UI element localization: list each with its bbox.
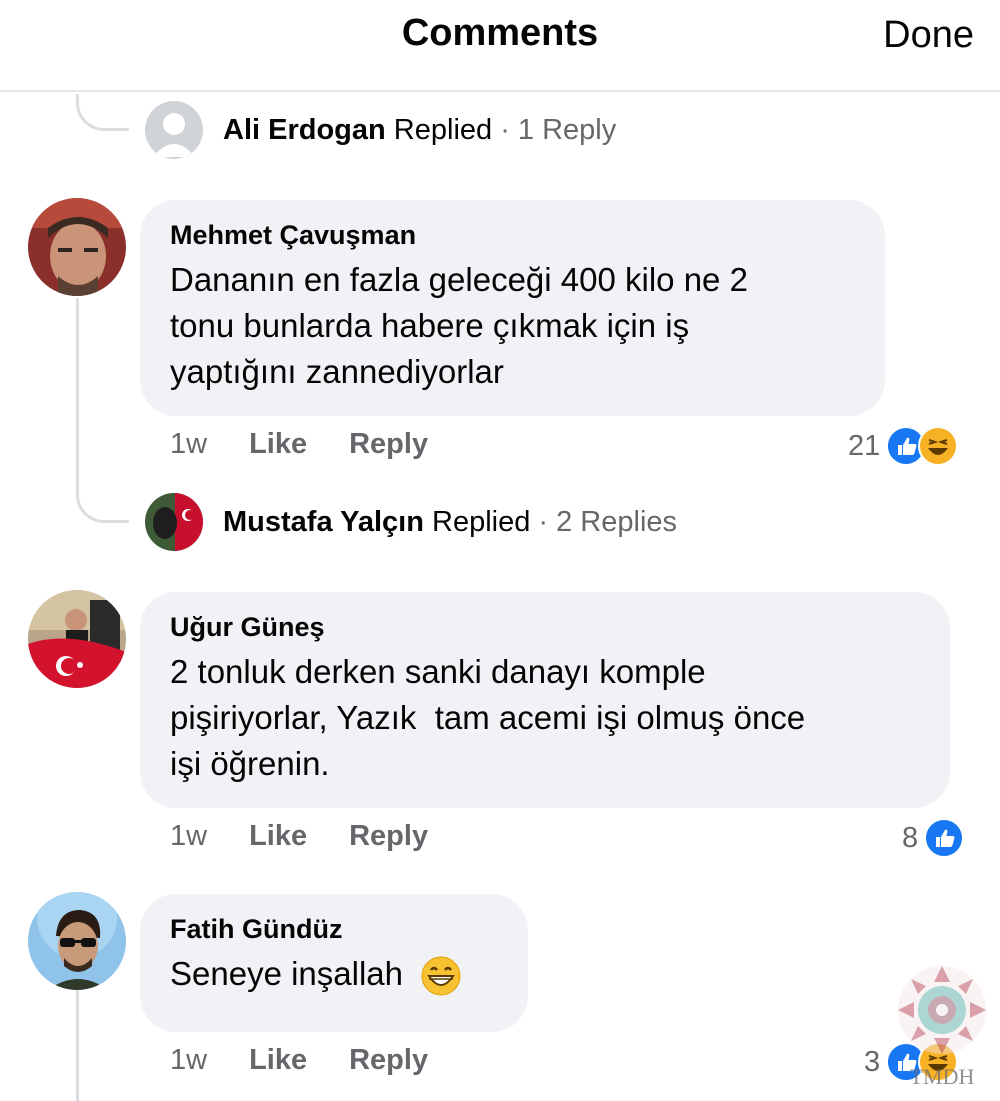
haha-reaction-icon	[918, 426, 959, 466]
ornament-icon	[898, 966, 986, 1054]
watermark-text: TMDH	[909, 1064, 975, 1089]
reply-button[interactable]: Reply	[349, 1044, 428, 1077]
thread-connector	[76, 94, 129, 131]
comment-author[interactable]: Uğur Güneş	[170, 612, 920, 643]
reaction-summary[interactable]: 8	[902, 818, 965, 858]
comment-bubble[interactable]: Mehmet Çavuşman Dananın en fazla geleceğ…	[140, 200, 885, 416]
comment-line: Dananın en fazla geleceği 400 kilo ne 2	[170, 261, 748, 298]
reaction-count: 3	[864, 1045, 881, 1078]
comment-text: Seneye inşallah	[170, 951, 498, 997]
comment-author[interactable]: Mehmet Çavuşman	[170, 220, 855, 251]
avatar[interactable]	[28, 892, 126, 990]
comment-actions: 1w Like Reply	[170, 820, 470, 853]
comment-line: Seneye inşallah	[170, 955, 403, 992]
avatar[interactable]	[28, 590, 126, 688]
reply-author: Mustafa Yalçın	[223, 505, 424, 538]
comment-line: 2 tonluk derken sanki danayı komple	[170, 653, 706, 690]
reply-button[interactable]: Reply	[349, 428, 428, 461]
reply-button[interactable]: Reply	[349, 820, 428, 853]
comment-text: Dananın en fazla geleceği 400 kilo ne 2 …	[170, 257, 855, 395]
comments-header: Comments Done	[0, 0, 1000, 92]
reply-author: Ali Erdogan	[223, 113, 386, 146]
reaction-summary[interactable]: 21	[848, 426, 959, 466]
done-button[interactable]: Done	[883, 14, 974, 57]
comment-actions: 1w Like Reply	[170, 1044, 470, 1077]
thread-connector	[76, 298, 129, 523]
comment-line: yaptığını zannediyorlar	[170, 353, 504, 390]
avatar[interactable]	[28, 198, 126, 296]
comment-line: işi öğrenin.	[170, 745, 330, 782]
watermark-logo: TMDH	[895, 962, 989, 1092]
comment-actions: 1w Like Reply	[170, 428, 470, 461]
view-replies-link[interactable]: Mustafa Yalçın Replied · 2 Replies	[145, 492, 677, 552]
like-button[interactable]: Like	[249, 428, 307, 461]
grinning-face-icon	[421, 956, 461, 996]
reply-summary-text: Mustafa Yalçın Replied · 2 Replies	[223, 506, 677, 539]
reply-verb: Replied	[393, 113, 493, 146]
comment-bubble[interactable]: Uğur Güneş 2 tonluk derken sanki danayı …	[140, 592, 950, 808]
comment-bubble[interactable]: Fatih Gündüz Seneye inşallah	[140, 894, 528, 1032]
comment-timestamp[interactable]: 1w	[170, 1044, 207, 1077]
like-reaction-icon	[924, 818, 965, 858]
comment-timestamp[interactable]: 1w	[170, 820, 207, 853]
comment-author[interactable]: Fatih Gündüz	[170, 914, 498, 945]
reaction-count: 8	[902, 821, 919, 854]
avatar	[145, 493, 203, 551]
like-button[interactable]: Like	[249, 1044, 307, 1077]
comment-line: pişiriyorlar, Yazık tam acemi işi olmuş …	[170, 699, 806, 736]
comment-timestamp[interactable]: 1w	[170, 428, 207, 461]
view-replies-link[interactable]: Ali Erdogan Replied · 1 Reply	[145, 100, 616, 160]
avatar	[145, 101, 203, 159]
comment-line: tonu bunlarda habere çıkmak için iş	[170, 307, 690, 344]
page-title: Comments	[401, 12, 599, 54]
reply-count: · 1 Reply	[500, 113, 617, 146]
reply-verb: Replied	[432, 505, 531, 538]
comment-text: 2 tonluk derken sanki danayı komple pişi…	[170, 649, 920, 787]
reply-summary-text: Ali Erdogan Replied · 1 Reply	[223, 114, 616, 147]
like-button[interactable]: Like	[249, 820, 307, 853]
thread-connector	[76, 990, 79, 1101]
reaction-count: 21	[848, 429, 881, 462]
reply-count: · 2 Replies	[538, 505, 678, 538]
